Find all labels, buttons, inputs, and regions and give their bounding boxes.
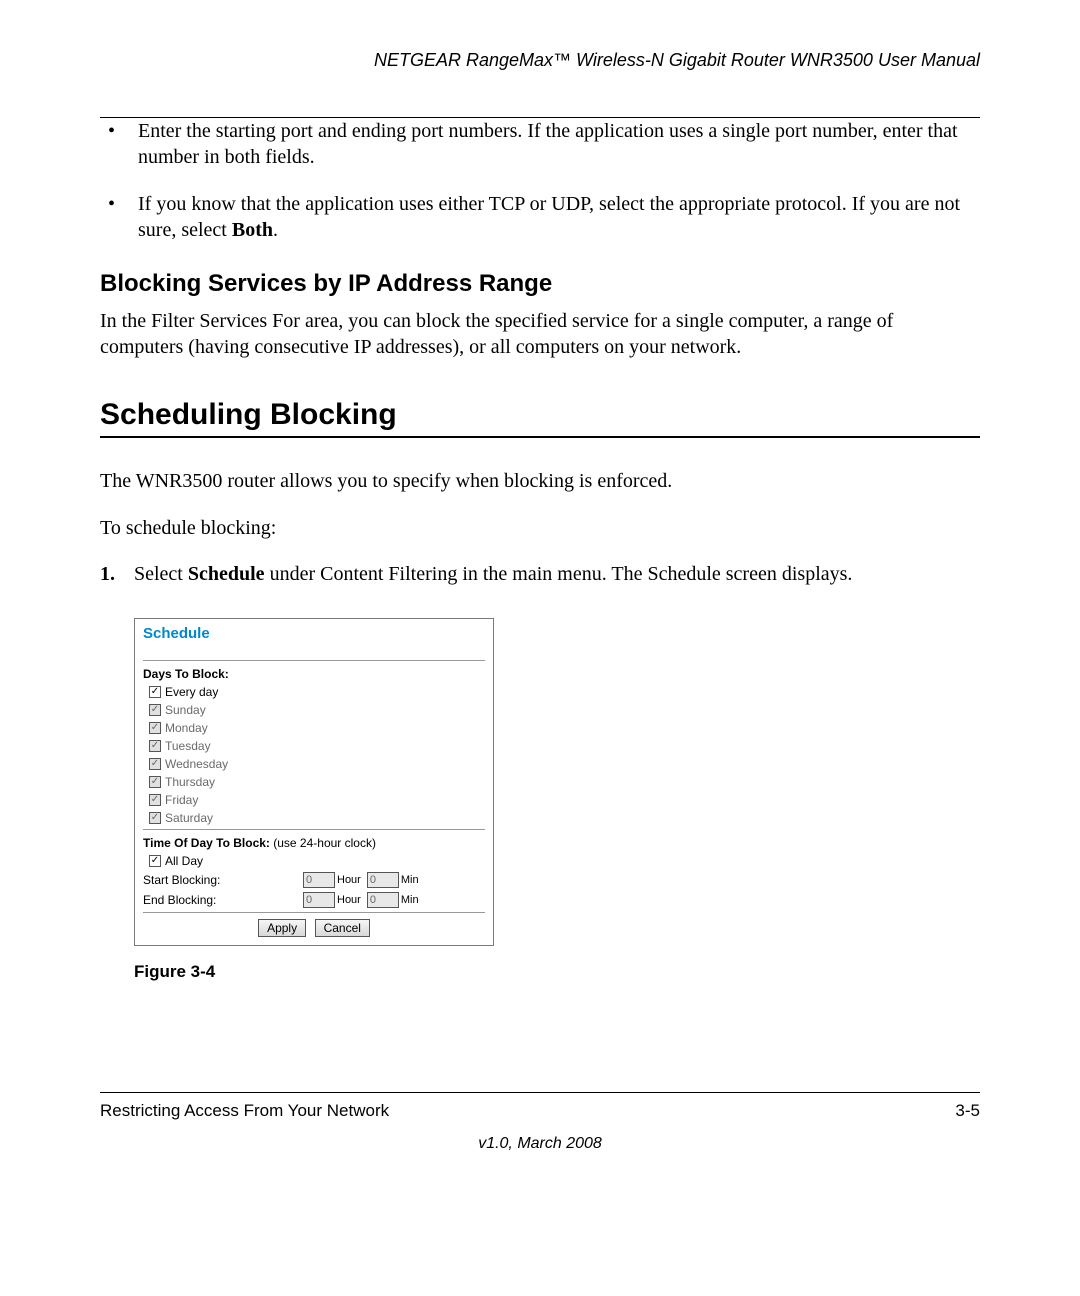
paragraph-1: The WNR3500 router allows you to specify… (100, 468, 980, 494)
schedule-panel: Schedule Days To Block: ✓ Every day ✓ Su… (134, 618, 494, 946)
checkbox-thursday: ✓ Thursday (149, 775, 485, 789)
cancel-button[interactable]: Cancel (315, 919, 370, 937)
button-row: Apply Cancel (143, 919, 485, 937)
paragraph-2: To schedule blocking: (100, 515, 980, 541)
checkbox-all-day[interactable]: ✓ All Day (149, 854, 485, 868)
end-min-input[interactable]: 0 (367, 892, 399, 908)
numbered-list: 1. Select Schedule under Content Filteri… (100, 561, 980, 587)
schedule-screenshot: Schedule Days To Block: ✓ Every day ✓ Su… (134, 618, 980, 946)
step-1: 1. Select Schedule under Content Filteri… (100, 561, 980, 587)
checkbox-icon: ✓ (149, 855, 161, 867)
checkbox-saturday: ✓ Saturday (149, 811, 485, 825)
header-title: NETGEAR RangeMax™ Wireless-N Gigabit Rou… (374, 50, 980, 70)
checkbox-monday: ✓ Monday (149, 721, 485, 735)
days-to-block-label: Days To Block: (143, 667, 485, 681)
end-hour-input[interactable]: 0 (303, 892, 335, 908)
checkbox-icon: ✓ (149, 740, 161, 752)
bullet-item: If you know that the application uses ei… (100, 191, 980, 244)
footer-left: Restricting Access From Your Network (100, 1101, 389, 1121)
footer-version: v1.0, March 2008 (100, 1135, 980, 1153)
page-header: NETGEAR RangeMax™ Wireless-N Gigabit Rou… (100, 50, 980, 77)
section-heading-scheduling: Scheduling Blocking (100, 398, 980, 432)
checkbox-icon: ✓ (149, 686, 161, 698)
bullet-list: Enter the starting port and ending port … (100, 118, 980, 244)
panel-divider (143, 660, 485, 661)
panel-divider (143, 829, 485, 830)
figure-caption: Figure 3-4 (134, 962, 980, 982)
bullet-item: Enter the starting port and ending port … (100, 118, 980, 171)
start-min-input[interactable]: 0 (367, 872, 399, 888)
checkbox-icon: ✓ (149, 776, 161, 788)
panel-divider (143, 912, 485, 913)
footer-page-number: 3-5 (955, 1101, 980, 1121)
apply-button[interactable]: Apply (258, 919, 306, 937)
checkbox-sunday: ✓ Sunday (149, 703, 485, 717)
start-hour-input[interactable]: 0 (303, 872, 335, 888)
sub-paragraph: In the Filter Services For area, you can… (100, 308, 980, 361)
end-blocking-row: End Blocking: 0 Hour 0 Min (143, 892, 485, 908)
checkbox-icon: ✓ (149, 794, 161, 806)
checkbox-icon: ✓ (149, 758, 161, 770)
checkbox-icon: ✓ (149, 812, 161, 824)
subheading-blocking-services: Blocking Services by IP Address Range (100, 270, 980, 298)
section-rule (100, 436, 980, 438)
checkbox-icon: ✓ (149, 704, 161, 716)
start-blocking-row: Start Blocking: 0 Hour 0 Min (143, 872, 485, 888)
footer-rule (100, 1092, 980, 1093)
checkbox-friday: ✓ Friday (149, 793, 485, 807)
checkbox-icon: ✓ (149, 722, 161, 734)
page-footer: Restricting Access From Your Network 3-5… (100, 1092, 980, 1153)
checkbox-every-day[interactable]: ✓ Every day (149, 685, 485, 699)
checkbox-wednesday: ✓ Wednesday (149, 757, 485, 771)
panel-title: Schedule (143, 625, 485, 642)
checkbox-tuesday: ✓ Tuesday (149, 739, 485, 753)
time-of-day-label: Time Of Day To Block: (use 24-hour clock… (143, 836, 485, 850)
